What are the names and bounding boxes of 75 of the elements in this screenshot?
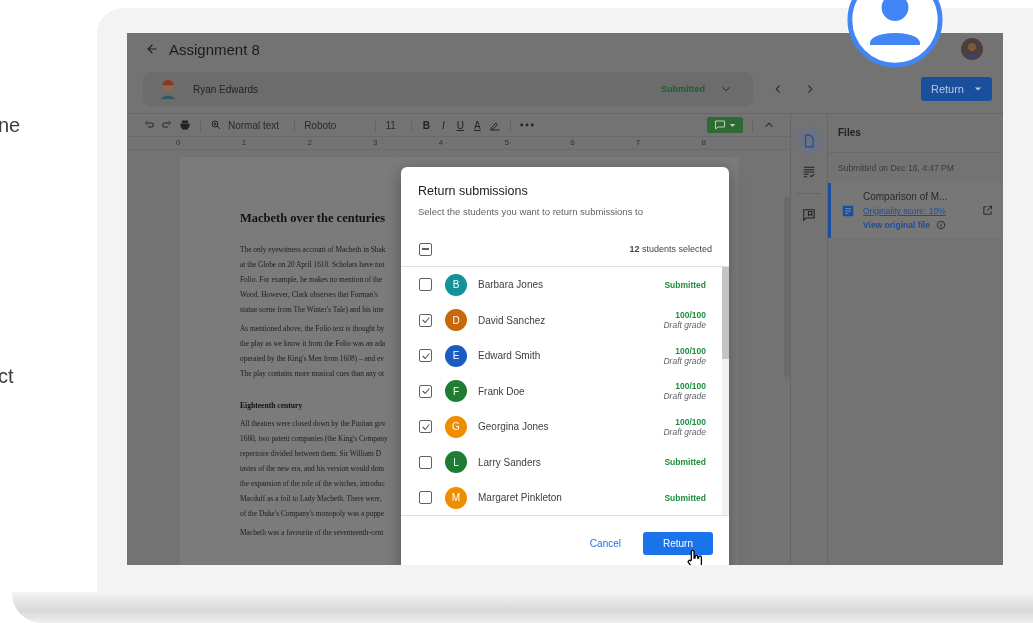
student-name: Barbara Jones (478, 279, 544, 291)
rubric-icon[interactable] (802, 165, 816, 179)
print-icon[interactable] (179, 119, 191, 131)
grade-note: Draft grade (663, 391, 706, 402)
student-checkbox[interactable] (419, 313, 432, 327)
student-name: David Sanchez (478, 314, 546, 326)
student-checkbox[interactable] (419, 349, 432, 363)
student-initial-avatar: L (445, 451, 467, 474)
editing-mode-button[interactable] (707, 117, 743, 133)
student-name: Margaret Pinkleton (478, 492, 562, 504)
file-name: Comparison of M... (863, 191, 949, 202)
student-name: Edward Smith (478, 350, 541, 362)
redo-icon[interactable] (161, 119, 173, 131)
assignment-title: Assignment 8 (169, 40, 260, 58)
student-initial-avatar: B (445, 273, 467, 296)
return-button[interactable]: Return (920, 77, 992, 101)
view-original-link[interactable]: View original file (863, 220, 930, 230)
caret-icon (729, 121, 736, 129)
student-checkbox[interactable] (419, 384, 432, 398)
ruler-number: 4 (438, 137, 445, 149)
back-arrow-icon[interactable] (145, 42, 159, 56)
format-toggle[interactable]: U (454, 119, 466, 131)
submission-status: Submitted (664, 492, 706, 503)
open-external-icon[interactable] (982, 205, 993, 216)
cut-off-text: ne (0, 114, 22, 137)
comment-icon (714, 119, 726, 131)
grade-note: Draft grade (663, 355, 706, 366)
cancel-button[interactable]: Cancel (589, 538, 621, 549)
document-title: Macbeth over the centuries (240, 211, 386, 226)
grade-value: 100/100 (675, 310, 706, 321)
document-icon (841, 203, 855, 218)
more-icon[interactable] (519, 123, 534, 127)
dialog-title: Return submissions (417, 183, 529, 198)
zoom-icon[interactable] (210, 119, 222, 131)
student-initial-avatar: E (445, 344, 467, 367)
student-initial-avatar: F (445, 380, 467, 403)
font-size-dropdown[interactable]: 11 (385, 119, 402, 131)
student-name: Georgina Jones (478, 421, 549, 433)
return-confirm-button[interactable]: Return (643, 532, 713, 555)
select-all-checkbox[interactable] (419, 242, 432, 256)
student-name: Frank Doe (478, 385, 525, 397)
student-initial-avatar: M (445, 486, 467, 509)
file-card[interactable]: Comparison of M... Originality score: 10% View original file (828, 183, 1003, 238)
info-icon[interactable] (935, 220, 946, 230)
student-initial-avatar: G (445, 415, 467, 438)
format-toggle[interactable]: I (437, 119, 449, 131)
originality-link[interactable]: Originality score: 10% (863, 206, 974, 216)
format-toggle[interactable]: A (471, 119, 483, 131)
grade-note: Draft grade (663, 320, 706, 331)
student-name: Larry Sanders (478, 456, 541, 468)
student-checkbox[interactable] (419, 278, 432, 292)
user-avatar[interactable] (961, 38, 983, 60)
student-checkbox[interactable] (419, 491, 432, 505)
student-initial-avatar: D (445, 309, 467, 332)
caret-icon (974, 85, 982, 93)
submission-status: Submitted (664, 279, 706, 290)
files-title: Files (828, 114, 1003, 153)
grade-value: 100/100 (675, 416, 706, 427)
grade-value: 100/100 (675, 381, 706, 392)
comment-icon[interactable] (802, 208, 816, 222)
submission-status: Submitted (664, 457, 706, 468)
student-checkbox[interactable] (419, 455, 432, 469)
file-icon (802, 134, 816, 148)
student-selector[interactable]: Ryan Edwards Submitted (143, 72, 753, 106)
undo-icon[interactable] (143, 119, 155, 131)
dialog-subtitle: Select the students you want to return submissions to (417, 205, 644, 217)
grade-value: 100/100 (675, 345, 706, 356)
font-dropdown[interactable]: Roboto (304, 119, 367, 131)
format-toggle[interactable]: B (420, 119, 432, 131)
scrollbar[interactable] (722, 267, 729, 515)
grade-note: Draft grade (663, 426, 706, 437)
student-checkbox[interactable] (419, 420, 432, 434)
ruler-number: 2 (307, 137, 313, 149)
style-dropdown[interactable]: Normal text (228, 119, 286, 131)
selected-count: 12 students selected (629, 244, 712, 254)
